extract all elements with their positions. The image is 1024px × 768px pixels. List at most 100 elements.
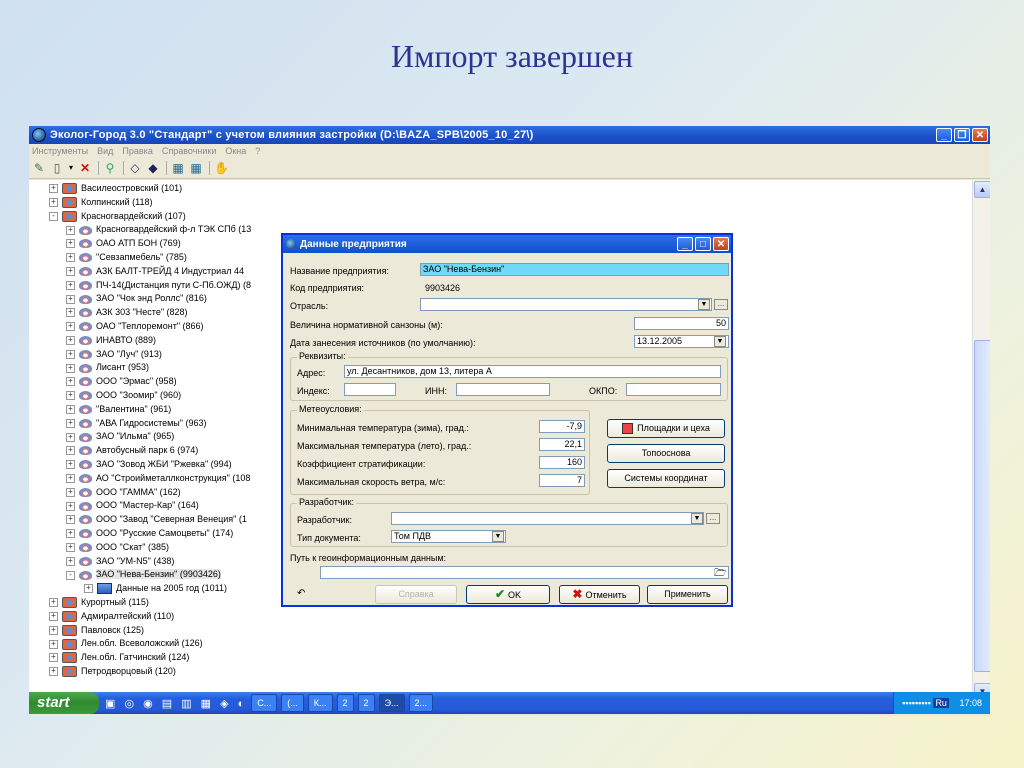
tree-node[interactable]: + Лен.обл. Всеволожский (126) [49,637,203,650]
tree-expander-icon[interactable]: + [49,625,58,635]
tree-node[interactable]: + Данные на 2005 год (1011) [84,582,227,595]
tree-node[interactable]: + АЗК БАЛТ-ТРЕЙД 4 Индустриал 44 [66,265,244,278]
tree-node[interactable]: + АЗК 303 "Несте" (828) [66,306,188,319]
dialog-maximize-button[interactable]: □ [695,237,711,251]
tree-node[interactable]: + "АВА Гидросистемы" (963) [66,417,206,430]
tree-expander-icon[interactable]: + [66,487,75,497]
menu-view[interactable]: Вид [97,146,113,156]
dialog-close-button[interactable]: ✕ [713,237,729,251]
okpo-field[interactable] [626,383,721,396]
tree-node[interactable]: + Василеостровский (101) [49,182,182,195]
tree-expander-icon[interactable]: - [49,211,58,221]
tree-expander-icon[interactable]: + [49,184,58,194]
tree-node[interactable]: + ООО "Завод "Северная Венеция" (1 [66,513,247,526]
tree-node[interactable]: + ЗАО "Чок энд Роллс" (816) [66,292,207,305]
folder-open-icon[interactable]: 🗁 [714,566,726,583]
coordinate-systems-button[interactable]: Системы координат [607,469,725,488]
tree-node[interactable]: + ОАО АТП БОН (769) [66,237,181,250]
tree-expander-icon[interactable]: + [49,598,58,608]
taskbar-item[interactable]: 2 [357,694,375,712]
tree-node[interactable]: + Автобусный парк 6 (974) [66,444,198,457]
pencil-icon[interactable]: ◆ [146,161,160,175]
address-field[interactable]: ул. Десантников, дом 13, литера А [344,365,721,378]
tree-node[interactable]: + ООО "Эрмас" (958) [66,375,177,388]
tree-node[interactable]: + "Севзапмебель" (785) [66,251,187,264]
dialog-minimize-button[interactable]: _ [677,237,693,251]
help-button[interactable]: Справка [375,585,457,604]
tree-node[interactable]: + Лен.обл. Гатчинский (124) [49,651,189,664]
tree-expander-icon[interactable]: + [66,266,75,276]
inn-field[interactable] [456,383,550,396]
tree-expander-icon[interactable]: + [66,473,75,483]
tree-node[interactable]: + ОАО "Теплоремонт" (866) [66,320,204,333]
tree-expander-icon[interactable]: + [66,363,75,373]
search-icon[interactable]: ⚲ [103,161,117,175]
developer-browse-button[interactable]: … [706,513,720,524]
tree-expander-icon[interactable]: + [66,542,75,552]
delete-icon[interactable]: ✕ [78,161,92,175]
calculate-icon[interactable]: ✋ [214,161,229,175]
export-icon[interactable]: ▦ [189,161,203,175]
new-document-icon[interactable]: ▯ [50,161,64,175]
tree-expander-icon[interactable]: + [49,197,58,207]
taskbar-item[interactable]: 2 [336,694,354,712]
sites-workshops-button[interactable]: Площадки и цеха [607,419,725,438]
tree-node[interactable]: - ЗАО "Нева-Бензин" (9903426) [66,568,221,581]
minimize-button[interactable]: _ [936,128,952,142]
wind-field[interactable]: 7 [539,474,585,487]
geopath-field[interactable] [320,566,729,579]
dialog-titlebar[interactable]: Данные предприятия _ □ ✕ [283,235,731,253]
vertical-scrollbar[interactable]: ▲ ▼ [972,180,990,700]
tree-expander-icon[interactable]: + [66,253,75,263]
tray-icons[interactable]: ▪▪▪▪▪▪▪▪▪ [902,698,933,708]
tree-node[interactable]: + Адмиралтейский (110) [49,610,174,623]
import-icon[interactable]: ▦ [171,161,185,175]
window-titlebar[interactable]: Эколог-Город 3.0 "Стандарт" с учетом вли… [29,126,990,144]
developer-select[interactable] [391,512,704,525]
tree-expander-icon[interactable]: + [66,294,75,304]
tree-expander-icon[interactable]: + [66,446,75,456]
menu-tools[interactable]: Инструменты [32,146,88,156]
start-button[interactable]: start [29,692,99,714]
tree-expander-icon[interactable]: + [66,432,75,442]
tree-expander-icon[interactable]: + [84,584,93,594]
topobase-button[interactable]: Топооснова [607,444,725,463]
tree-node[interactable]: + ООО "Русские Самоцветы" (174) [66,527,233,540]
date-dropdown-button[interactable]: ▼ [714,336,726,347]
industry-select[interactable] [420,298,712,311]
tree-expander-icon[interactable]: + [66,418,75,428]
menu-windows[interactable]: Окна [225,146,246,156]
tree-node[interactable]: + ПЧ-14(Дистанция пути С-Пб.ОЖД) (8 [66,279,251,292]
tree-node[interactable]: + ЗАО "УМ-N5" (438) [66,555,174,568]
doctype-dropdown-button[interactable]: ▼ [492,531,504,542]
index-field[interactable] [344,383,396,396]
taskbar-item[interactable]: 2... [408,694,434,712]
new-record-icon[interactable]: ✎ [32,161,46,175]
cancel-button[interactable]: ✖ Отменить [559,585,640,604]
tree-expander-icon[interactable]: + [66,377,75,387]
link-icon[interactable]: ◇ [128,161,142,175]
tree-node[interactable]: + АО "Строийметаллконструкция" (108 [66,472,250,485]
tree-expander-icon[interactable]: + [66,335,75,345]
tree-node[interactable]: + ЗАО "Зовод ЖБИ "Ржевка" (994) [66,458,232,471]
tree-node[interactable]: + Красногвардейский ф-л ТЭК СПб (13 [66,223,251,236]
tree-expander-icon[interactable]: + [66,322,75,332]
apply-button[interactable]: Применить [647,585,728,604]
tree-node[interactable]: + "Валентина" (961) [66,403,171,416]
tree-node[interactable]: + ООО "Зоомир" (960) [66,389,181,402]
tree-node[interactable]: + ООО "Скат" (385) [66,541,169,554]
tree-expander-icon[interactable]: + [66,460,75,470]
industry-browse-button[interactable]: … [714,299,728,310]
tree-expander-icon[interactable]: + [49,639,58,649]
taskbar-item[interactable]: (... [281,694,304,712]
name-field[interactable]: ЗАО "Нева-Бензин" [420,263,729,276]
tree-expander-icon[interactable]: + [49,611,58,621]
menu-help[interactable]: ? [255,146,260,156]
tmin-field[interactable]: -7,9 [539,420,585,433]
tree-expander-icon[interactable]: + [66,515,75,525]
tree-node[interactable]: - Красногвардейский (107) [49,210,186,223]
menu-edit[interactable]: Правка [122,146,152,156]
tree-expander-icon[interactable]: + [49,667,58,677]
tree-expander-icon[interactable]: + [66,349,75,359]
taskbar-item[interactable]: К... [307,694,333,712]
